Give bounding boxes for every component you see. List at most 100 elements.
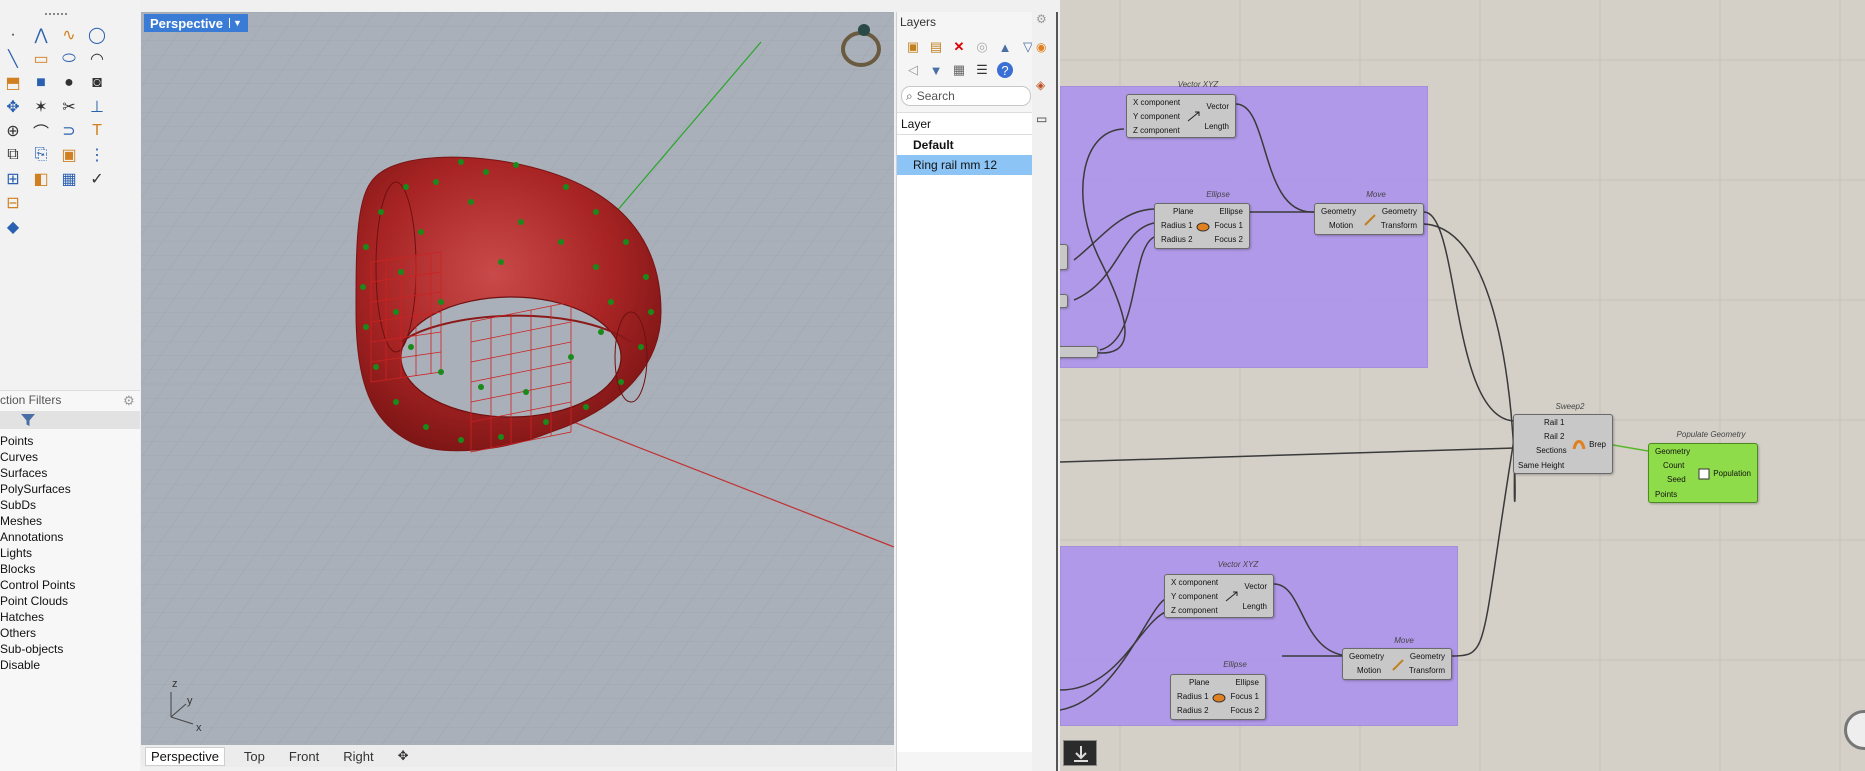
table-icon[interactable]: ▦ [951,62,967,78]
block-icon[interactable]: ▣ [58,144,80,166]
layers-icon[interactable]: ◈ [1036,78,1045,92]
port-length[interactable]: Length [1205,122,1229,131]
port-radius-1[interactable]: Radius 1 [1177,692,1209,701]
properties-icon[interactable]: ⊟ [2,192,24,214]
port-z[interactable]: Z component [1171,606,1218,615]
filter-layer-icon[interactable]: ◎ [974,39,990,55]
port-sections[interactable]: Sections [1536,446,1567,455]
port-geometry[interactable]: Geometry [1321,207,1356,216]
slider-stub[interactable] [1060,346,1098,358]
search-input[interactable]: ⌕ Search [901,86,1031,106]
port-x[interactable]: X component [1133,98,1180,107]
explode-icon[interactable]: ✶ [30,96,52,118]
help-icon[interactable]: ? [997,62,1013,78]
filter-item[interactable]: PolySurfaces [0,481,75,497]
port-rail-1[interactable]: Rail 1 [1544,418,1564,427]
port-y[interactable]: Y component [1171,592,1218,601]
delete-icon[interactable]: ✕ [951,39,967,55]
port-seed[interactable]: Seed [1667,475,1686,484]
copy-icon[interactable]: ⎘ [30,144,52,166]
filter-item[interactable]: Blocks [0,561,75,577]
array-icon[interactable]: ⋮ [86,144,108,166]
layer-column-header[interactable]: Layer [897,113,1033,135]
port-length[interactable]: Length [1243,602,1267,611]
port-x[interactable]: X component [1171,578,1218,587]
move-up-icon[interactable]: ▲ [997,39,1013,55]
layer-row-default[interactable]: Default [897,135,1033,155]
filter-item[interactable]: Meshes [0,513,75,529]
new-layer-icon[interactable]: ▣ [905,39,921,55]
port-ellipse[interactable]: Ellipse [1219,207,1243,216]
grasshopper-canvas[interactable]: Vector XYZ X component Y component Z com… [1060,0,1865,771]
filter-icon[interactable] [20,412,36,428]
filter-item[interactable]: Others [0,625,75,641]
trim-icon[interactable]: ✂ [58,96,80,118]
line-icon[interactable]: ╲ [2,48,24,70]
filter-item[interactable]: Annotations [0,529,75,545]
viewport-scene[interactable]: z y x [141,12,894,745]
filter-icon[interactable]: ▼ [928,62,944,78]
ellipse-icon[interactable]: ⬭ [58,48,80,70]
vector-xyz-component[interactable]: X component Y component Z component Vect… [1164,574,1274,618]
filter-item[interactable]: Sub-objects [0,641,75,657]
slider-stub[interactable] [1060,294,1068,308]
hatch-icon[interactable]: ▦ [58,168,80,190]
gear-icon[interactable]: ⚙ [123,393,135,409]
arc-icon[interactable]: ◠ [86,48,108,70]
tab-right[interactable]: Right [338,748,378,765]
move-component[interactable]: Geometry Motion Geometry Transform [1314,203,1424,235]
tab-perspective[interactable]: Perspective [145,746,225,766]
port-y[interactable]: Y component [1133,112,1180,121]
filter-item[interactable]: Disable [0,657,75,673]
port-brep[interactable]: Brep [1589,440,1606,449]
port-geometry[interactable]: Geometry [1655,447,1690,456]
port-focus-1[interactable]: Focus 1 [1231,692,1259,701]
port-geometry[interactable]: Geometry [1349,652,1384,661]
join-icon[interactable]: ⊃ [58,120,80,142]
port-transform[interactable]: Transform [1381,221,1417,230]
filter-item[interactable]: Lights [0,545,75,561]
filter-item[interactable]: Control Points [0,577,75,593]
filter-item[interactable]: SubDs [0,497,75,513]
transform-icon[interactable]: ✥ [2,96,24,118]
left-arrow-icon[interactable]: ◁ [905,62,921,78]
populate-geometry-component[interactable]: Geometry Count Seed Points Population [1648,443,1758,503]
port-transform[interactable]: Transform [1409,666,1445,675]
fillet-icon[interactable]: ⌒ [30,120,52,142]
check-icon[interactable]: ✓ [86,168,108,190]
port-same-height[interactable]: Same Height [1518,461,1564,470]
port-ellipse[interactable]: Ellipse [1235,678,1259,687]
filter-item[interactable]: Points [0,433,75,449]
filter-item[interactable]: Surfaces [0,465,75,481]
new-sublayer-icon[interactable]: ▤ [928,39,944,55]
paint-icon[interactable]: ◆ [2,216,24,238]
add-tab-icon[interactable]: ✥ [393,747,414,765]
slider-stub[interactable] [1060,244,1068,270]
port-radius-1[interactable]: Radius 1 [1161,221,1193,230]
rectangle-icon[interactable]: ▭ [30,48,52,70]
sweep2-component[interactable]: Rail 1 Rail 2 Sections Same Height Brep [1513,414,1613,474]
filter-item[interactable]: Curves [0,449,75,465]
port-motion[interactable]: Motion [1329,221,1353,230]
gear-icon[interactable]: ⚙ [1036,12,1047,26]
port-focus-2[interactable]: Focus 2 [1231,706,1259,715]
port-points[interactable]: Points [1655,490,1677,499]
port-z[interactable]: Z component [1133,126,1180,135]
snap-icon[interactable]: ⊞ [2,168,24,190]
list-icon[interactable]: ☰ [974,62,990,78]
group-icon[interactable]: ⧉ [2,144,24,166]
filter-item[interactable]: Point Clouds [0,593,75,609]
port-radius-2[interactable]: Radius 2 [1161,235,1193,244]
extrude-icon[interactable]: ⬒ [2,72,24,94]
filter-item[interactable]: Hatches [0,609,75,625]
port-radius-2[interactable]: Radius 2 [1177,706,1209,715]
vector-xyz-component[interactable]: X component Y component Z component Vect… [1126,94,1236,138]
dimension-icon[interactable]: ⊕ [2,120,24,142]
port-focus-1[interactable]: Focus 1 [1215,221,1243,230]
port-motion[interactable]: Motion [1357,666,1381,675]
port-plane[interactable]: Plane [1189,678,1209,687]
toolbar-grip[interactable] [45,13,67,17]
ellipse-component[interactable]: Plane Radius 1 Radius 2 Ellipse Focus 1 … [1154,203,1250,249]
tab-top[interactable]: Top [239,748,270,765]
port-plane[interactable]: Plane [1173,207,1193,216]
